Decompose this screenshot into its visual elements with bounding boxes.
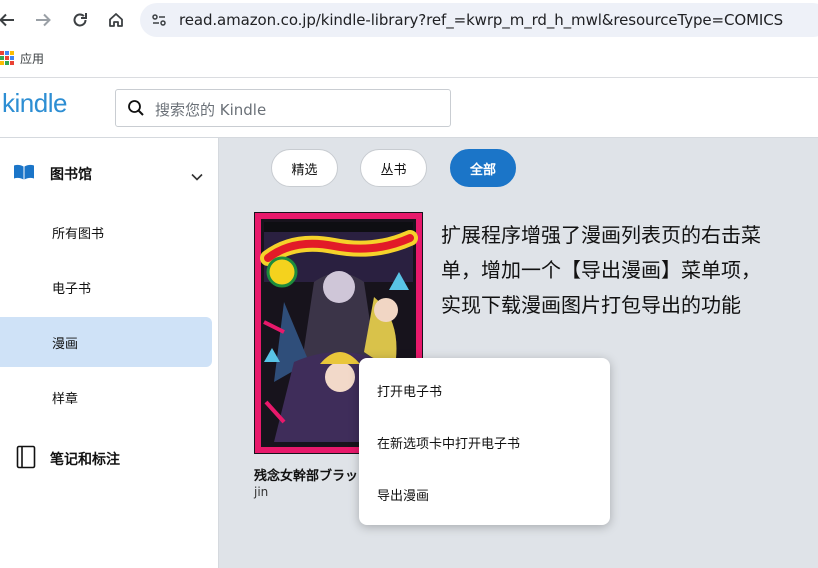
url-text: read.amazon.co.jp/kindle-library?ref_=kw… (179, 11, 784, 29)
apps-grid-icon[interactable] (0, 51, 14, 65)
address-bar[interactable]: read.amazon.co.jp/kindle-library?ref_=kw… (140, 3, 818, 37)
forward-arrow-icon[interactable] (32, 9, 54, 31)
menu-item-label: 在新选项卡中打开电子书 (377, 437, 521, 452)
back-arrow-icon[interactable] (0, 9, 18, 31)
sidebar-item-comics[interactable]: 漫画 (0, 317, 212, 367)
apps-label[interactable]: 应用 (20, 50, 44, 67)
menu-item-label: 导出漫画 (377, 489, 430, 504)
sidebar-item-samples[interactable]: 样章 (0, 372, 212, 422)
menu-item-open-in-new-tab[interactable]: 在新选项卡中打开电子书 (359, 416, 610, 468)
kindle-header: kindle 搜索您的 Kindle (0, 78, 818, 138)
open-book-icon (13, 164, 35, 184)
chevron-down-icon[interactable] (190, 167, 204, 186)
filter-all-button[interactable]: 全部 (450, 149, 516, 187)
bookmarks-bar: 应用 (0, 40, 818, 78)
home-icon[interactable] (105, 9, 127, 31)
sidebar-item-label: 所有图书 (52, 227, 105, 242)
context-menu: 打开电子书 在新选项卡中打开电子书 导出漫画 (359, 358, 610, 525)
search-icon (127, 99, 145, 121)
search-input[interactable]: 搜索您的 Kindle (115, 89, 451, 127)
sidebar-library-label: 图书馆 (50, 167, 92, 183)
sidebar-item-label: 电子书 (52, 282, 92, 297)
sidebar-section-library[interactable]: 图书馆 (0, 152, 218, 192)
menu-item-label: 打开电子书 (377, 385, 443, 400)
menu-item-export-comic[interactable]: 导出漫画 (359, 468, 610, 520)
site-settings-icon[interactable] (151, 12, 167, 32)
sidebar-item-label: 样章 (52, 392, 79, 407)
kindle-logo[interactable]: kindle (2, 88, 67, 119)
sidebar-notes-label: 笔记和标注 (50, 452, 120, 468)
annotation-note: 扩展程序增强了漫画列表页的右击菜单，增加一个【导出漫画】菜单项，实现下载漫画图片… (441, 223, 761, 317)
browser-toolbar: read.amazon.co.jp/kindle-library?ref_=kw… (0, 0, 818, 40)
sidebar-section-notes[interactable]: 笔记和标注 (0, 437, 218, 477)
search-placeholder: 搜索您的 Kindle (155, 101, 267, 119)
sidebar-item-ebooks[interactable]: 电子书 (0, 262, 212, 312)
menu-item-open-ebook[interactable]: 打开电子书 (359, 364, 610, 416)
sidebar-item-all-books[interactable]: 所有图书 (0, 207, 212, 257)
book-author: jin (254, 485, 269, 499)
sidebar-item-label: 漫画 (52, 337, 79, 352)
sidebar: 图书馆 所有图书 电子书 漫画 样章 笔记和标注 (0, 138, 219, 568)
filter-series-button[interactable]: 丛书 (360, 149, 427, 187)
filter-featured-button[interactable]: 精选 (271, 149, 338, 187)
notebook-icon (16, 445, 36, 473)
reload-icon[interactable] (69, 9, 91, 31)
